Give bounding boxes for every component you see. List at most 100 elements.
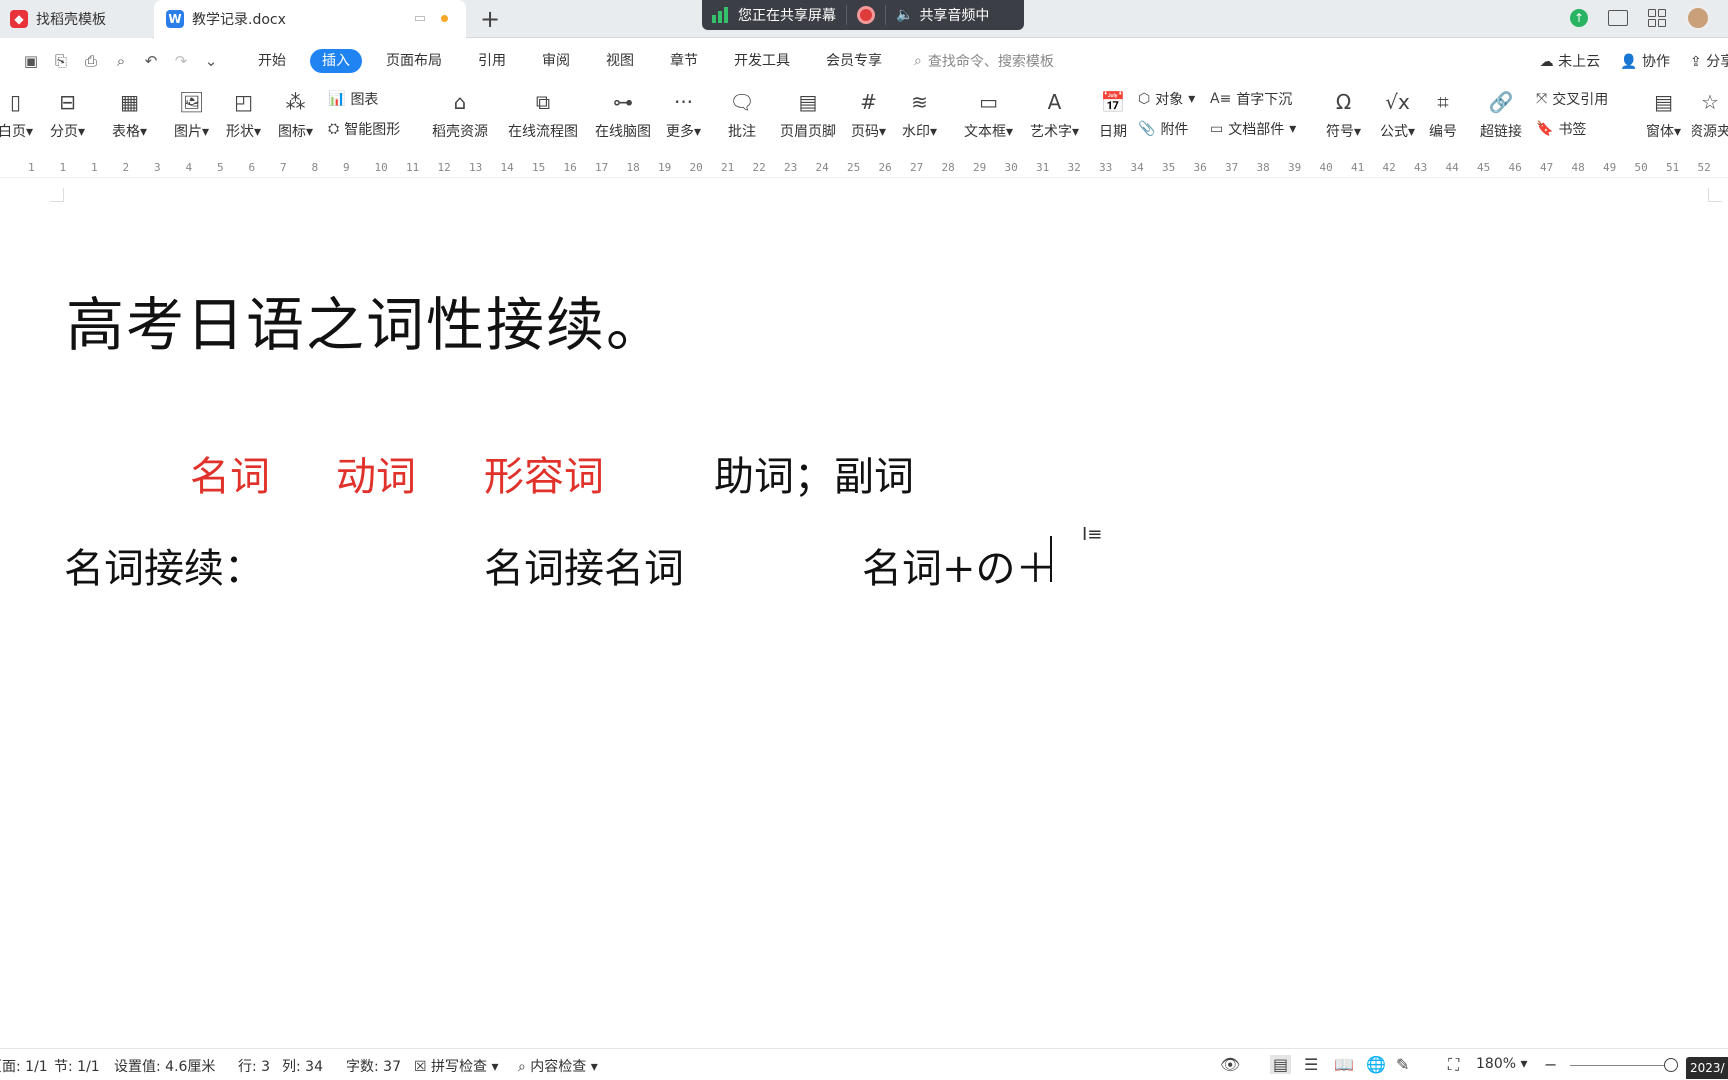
comment-button[interactable]: 🗨 批注 [727, 87, 757, 141]
noun-connection-b: 名词+の＋ [862, 546, 1056, 592]
online-flowchart-button[interactable]: ⧉ 在线流程图 [508, 87, 578, 141]
online-mindmap-button[interactable]: ⊶ 在线脑图 [595, 87, 651, 141]
ruler-tick: 12 [437, 161, 451, 174]
symbol-button[interactable]: Ω 符号▾ [1326, 87, 1361, 141]
more-button[interactable]: ··· 更多▾ [666, 87, 701, 141]
ruler-tick: 16 [563, 161, 577, 174]
bookmark-button[interactable]: 🔖 书签 [1536, 119, 1586, 139]
zoom-out-button[interactable]: − [1544, 1055, 1557, 1074]
smart-art-button[interactable]: ⛭ 智能图形 [328, 119, 400, 139]
cross-reference-button[interactable]: ⤧ 交叉引用 [1536, 89, 1608, 109]
new-tab-button[interactable]: + [476, 5, 504, 33]
share-button[interactable]: ⇪ 分享 [1690, 51, 1728, 71]
zoom-slider[interactable] [1570, 1065, 1670, 1066]
tab-chapter[interactable]: 章节 [652, 49, 716, 73]
page-number-button[interactable]: # 页码▾ [851, 87, 886, 141]
reading-view-icon[interactable]: 📖 [1334, 1055, 1354, 1074]
object-button[interactable]: ⬡ 对象 ▾ [1138, 89, 1195, 109]
share-screen-status[interactable]: 您正在共享屏幕 [702, 0, 846, 30]
mindmap-icon: ⊶ [613, 90, 633, 114]
docer-resources-button[interactable]: ⌂ 稻壳资源 [432, 87, 488, 141]
share-audio-button[interactable]: 🔈 共享音频中 [886, 0, 999, 30]
cloud-status-button[interactable]: ☁ 未上云 [1540, 51, 1600, 71]
record-button[interactable] [847, 0, 885, 30]
form-button[interactable]: ▤ 窗体▾ [1646, 87, 1681, 141]
tab-document[interactable]: W 教学记录.docx ▭ [154, 0, 466, 38]
zoom-level[interactable]: 180% ▾ [1476, 1056, 1528, 1072]
ruler-tick: 22 [752, 161, 766, 174]
content-check-button[interactable]: ⌕ 内容检查 ▾ [518, 1056, 598, 1076]
tab-page-layout[interactable]: 页面布局 [368, 49, 460, 73]
chevron-down-icon[interactable]: ⌄ [202, 52, 220, 70]
formula-button[interactable]: √x 公式▾ [1380, 87, 1415, 141]
document-page[interactable]: 高考日语之词性接续。 名词 动词 形容词 助词；副词 名词接续： 名词接名词 名… [0, 178, 1728, 1048]
record-icon [857, 6, 875, 24]
icon-library-button[interactable]: ⁂ 图标▾ [278, 87, 313, 141]
print-icon[interactable]: ⎙ [82, 52, 100, 70]
column-indicator[interactable]: 列: 34 [282, 1056, 323, 1076]
word-count[interactable]: 字数: 37 [346, 1056, 401, 1076]
signal-bars-icon [712, 7, 728, 23]
monitor-icon[interactable]: ▭ [414, 11, 426, 26]
resource-folder-button[interactable]: ☆ 资源夹 [1692, 87, 1728, 141]
export-icon[interactable]: ⎘ [52, 52, 70, 70]
numbering-button[interactable]: ⌗ 编号 [1428, 87, 1458, 141]
window-controls: ↑ [1570, 0, 1728, 36]
horizontal-ruler[interactable]: 1 1 1 2 3 4 5 6 7 8 9 10 11 12 13 14 15 16 17 18 19 20 21 22 23 2… [0, 158, 1728, 178]
undo-icon[interactable]: ↶ [142, 52, 160, 70]
shape-button[interactable]: ◰ 形状▾ [226, 87, 261, 141]
print-preview-icon[interactable]: ⌕ [112, 52, 130, 70]
fit-page-icon[interactable]: ⛶ [1448, 1055, 1459, 1075]
tab-home[interactable]: 开始 [240, 49, 304, 73]
watermark-button[interactable]: ≋ 水印▾ [902, 87, 937, 141]
row-indicator[interactable]: 行: 3 [238, 1056, 270, 1076]
table-button[interactable]: ▦ 表格▾ [112, 87, 147, 141]
blank-page-button[interactable]: ▯ 白页▾ [0, 87, 33, 141]
tab-view[interactable]: 视图 [588, 49, 652, 73]
document-parts-button[interactable]: ▭ 文档部件 ▾ [1210, 119, 1296, 139]
flowchart-icon: ⧉ [535, 90, 551, 114]
date-button[interactable]: 📅 日期 [1098, 87, 1128, 141]
web-view-icon[interactable]: 🌐 [1366, 1055, 1386, 1074]
save-icon[interactable]: ▣ [22, 52, 40, 70]
page-break-button[interactable]: ⊟ 分页▾ [50, 87, 85, 141]
search-placeholder: 查找命令、搜索模板 [927, 53, 1054, 70]
page-count[interactable]: 页面: 1/1 [0, 1056, 48, 1076]
tab-docer[interactable]: ◆ 找稻壳模板 [0, 0, 152, 38]
command-search[interactable]: ⌕ 查找命令、搜索模板 [914, 51, 1054, 71]
redo-icon[interactable]: ↷ [172, 52, 190, 70]
pen-icon[interactable]: ✎ [1396, 1055, 1409, 1074]
form-icon: ▤ [1654, 90, 1673, 114]
word-art-button[interactable]: A 艺术字▾ [1030, 87, 1079, 141]
spell-check-button[interactable]: ☒ 拼写检查 ▾ [414, 1056, 499, 1076]
quick-access-toolbar: ▣ ⎘ ⎙ ⌕ ↶ ↷ ⌄ [0, 52, 240, 70]
page-view-icon[interactable]: ▤ [1270, 1055, 1292, 1074]
zoom-slider-handle[interactable] [1664, 1058, 1678, 1072]
eye-protection-icon[interactable]: 👁 [1220, 1055, 1240, 1074]
ruler-tick: 32 [1067, 161, 1081, 174]
attachment-button[interactable]: 📎 附件 [1138, 119, 1188, 139]
tab-developer[interactable]: 开发工具 [716, 49, 808, 73]
drop-cap-button[interactable]: A≡ 首字下沉 [1210, 89, 1292, 109]
collaborate-button[interactable]: 👤 协作 [1620, 51, 1670, 71]
section-count[interactable]: 节: 1/1 [54, 1056, 100, 1076]
apps-grid-icon[interactable] [1648, 9, 1666, 27]
chart-button[interactable]: 📊 图表 [328, 89, 378, 109]
avatar[interactable] [1686, 6, 1710, 30]
hyperlink-button[interactable]: 🔗 超链接 [1480, 87, 1522, 141]
tab-member[interactable]: 会员专享 [808, 49, 900, 73]
setting-value[interactable]: 设置值: 4.6厘米 [114, 1056, 215, 1076]
layout-icon[interactable] [1608, 10, 1628, 26]
picture-button[interactable]: 🖼 图片▾ [174, 87, 209, 141]
ruler-tick: 11 [406, 161, 420, 174]
tab-review[interactable]: 审阅 [524, 49, 588, 73]
header-footer-button[interactable]: ▤ 页眉页脚 [780, 87, 836, 141]
ruler-tick: 29 [973, 161, 987, 174]
screen-share-bar: 您正在共享屏幕 🔈 共享音频中 [702, 0, 1024, 30]
tab-insert[interactable]: 插入 [310, 48, 362, 73]
outline-view-icon[interactable]: ☰ [1304, 1055, 1318, 1074]
mouse-ibeam-icon: I≡ [1082, 524, 1103, 545]
tab-references[interactable]: 引用 [460, 49, 524, 73]
text-box-button[interactable]: ▭ 文本框▾ [964, 87, 1013, 141]
upload-icon[interactable]: ↑ [1570, 9, 1588, 27]
